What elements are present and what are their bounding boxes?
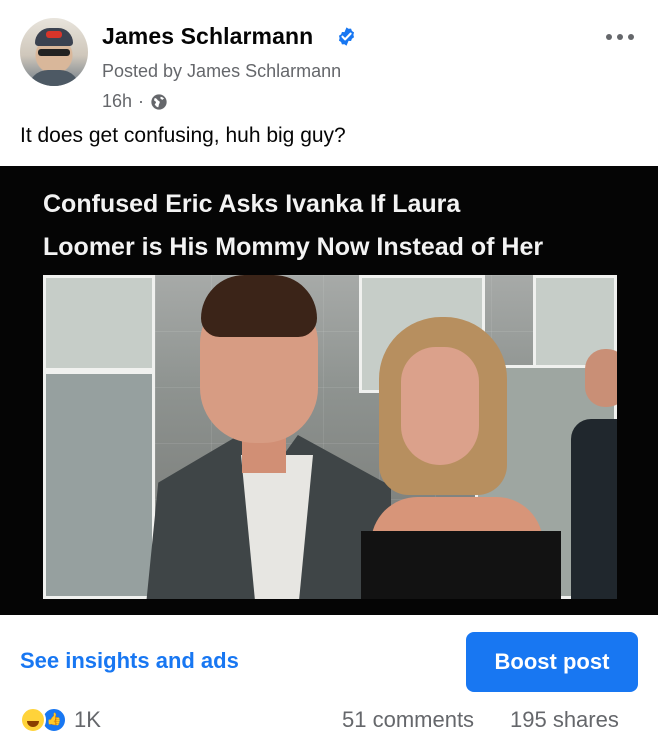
background-person-head [585,349,617,407]
news-photo [43,275,617,599]
headline-line-2: Loomer is His Mommy Now Instead of Her [43,233,544,261]
post-header: James Schlarmann Posted by James Schlarm… [0,0,658,120]
author-name[interactable]: James Schlarmann [102,23,313,50]
photo-person-man [146,275,391,599]
meta-separator: · [138,91,145,111]
image-headline: Confused Eric Asks Ivanka If Laura Loome… [43,183,633,269]
avatar-cap-logo [46,31,62,38]
reaction-count: 1K [74,707,101,732]
globe-icon[interactable] [150,93,168,111]
post-actions: See insights and ads Boost post [0,628,658,698]
more-options-button[interactable] [606,28,638,46]
post-meta: 16h · [102,91,168,112]
photo-window-left [43,275,155,371]
post-image[interactable]: Confused Eric Asks Ivanka If Laura Loome… [0,166,658,615]
post-footer: 👍 1K 51 comments 195 shares [20,707,638,737]
photo-person-woman [361,317,561,599]
more-dot [617,34,623,40]
post-time[interactable]: 16h [102,91,132,112]
see-insights-link[interactable]: See insights and ads [20,648,239,674]
headline-line-1: Confused Eric Asks Ivanka If Laura [43,190,461,218]
boost-post-button[interactable]: Boost post [466,632,638,692]
posted-by-label: Posted by James Schlarmann [102,61,342,81]
verified-badge-icon [338,27,355,46]
reactions-summary[interactable]: 👍 1K [20,707,101,733]
shares-count[interactable]: 195 shares [510,707,619,733]
man-hair [201,275,317,337]
woman-face [401,347,479,465]
post-caption: It does get confusing, huh big guy? [20,124,346,147]
photo-background-person [571,349,617,599]
haha-reaction-icon [20,707,46,733]
author-avatar[interactable] [20,18,88,86]
woman-dress [361,531,561,599]
more-dot [628,34,634,40]
avatar-shirt [28,70,80,86]
comments-count[interactable]: 51 comments [342,707,474,733]
more-dot [606,34,612,40]
photo-window-left-lower [43,371,155,599]
avatar-sunglasses [38,49,70,56]
background-person-body [571,419,617,599]
